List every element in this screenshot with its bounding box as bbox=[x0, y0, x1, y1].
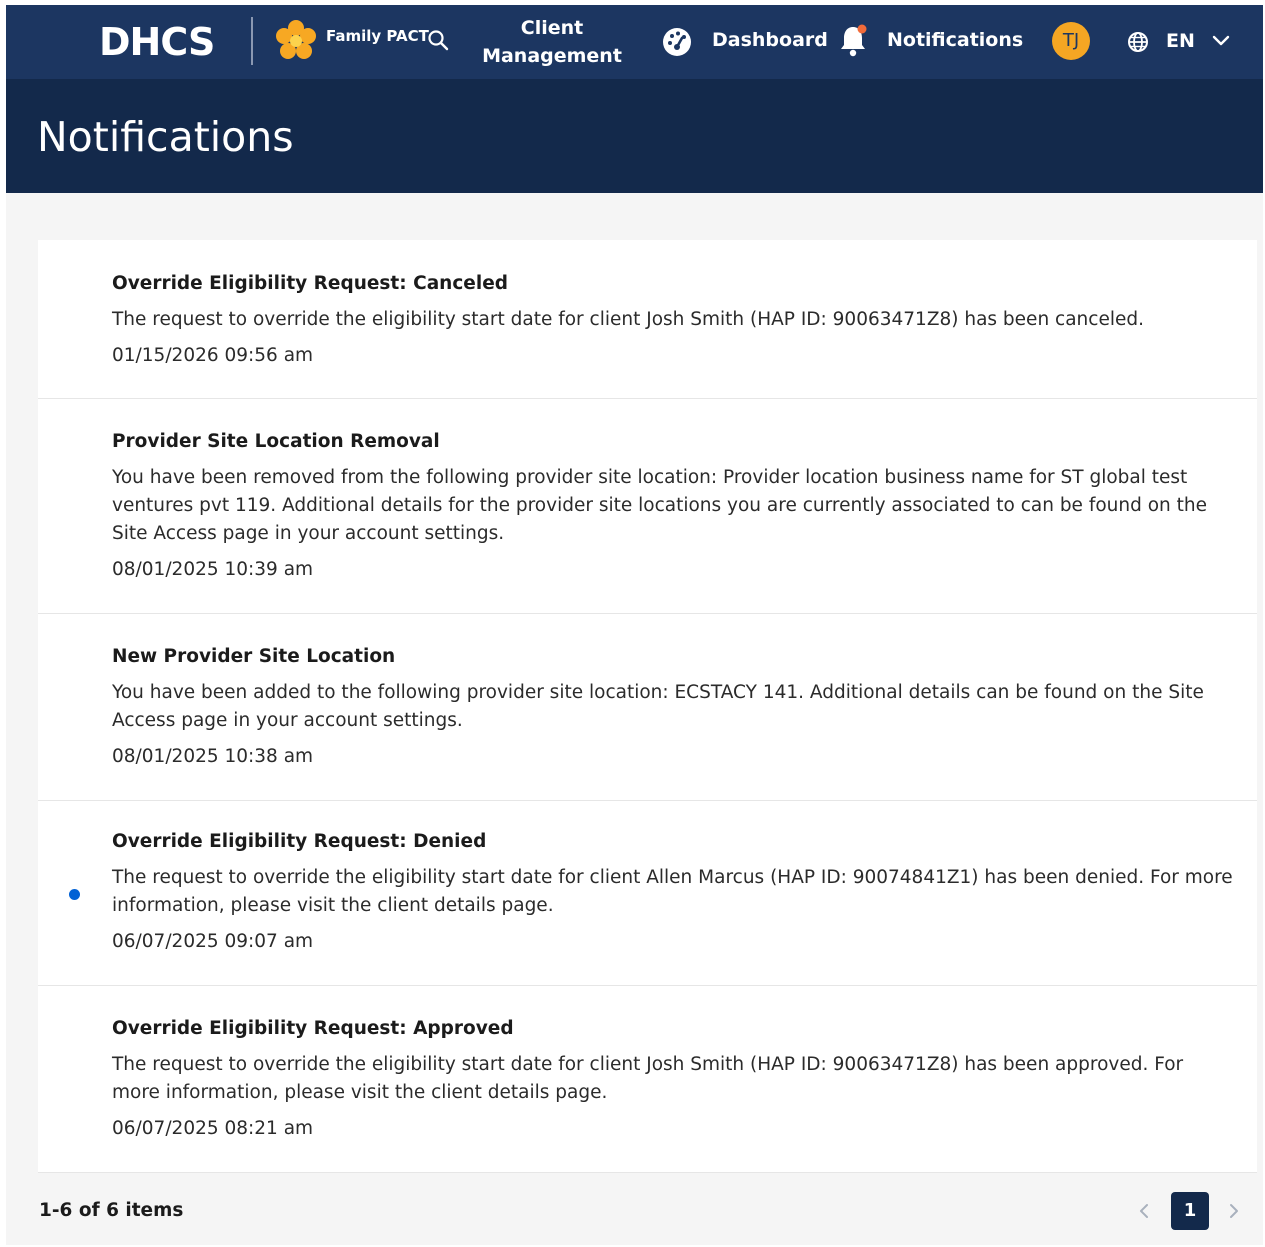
notification-date: 08/01/2025 10:39 am bbox=[112, 559, 314, 580]
nav-dashboard[interactable]: Dashboard bbox=[712, 29, 828, 51]
unread-indicator bbox=[69, 889, 80, 900]
notification-item[interactable]: Override Eligibility Request: Approved T… bbox=[38, 986, 1257, 1173]
logo-divider bbox=[251, 17, 253, 65]
notification-list: Override Eligibility Request: Canceled T… bbox=[38, 240, 1257, 1173]
language-selector[interactable]: EN bbox=[1166, 30, 1195, 52]
logo-text: DHCS bbox=[99, 20, 215, 64]
notification-title: Provider Site Location Removal bbox=[112, 431, 440, 452]
notification-item[interactable]: New Provider Site Location You have been… bbox=[38, 614, 1257, 801]
notification-date: 06/07/2025 08:21 am bbox=[112, 1118, 314, 1139]
notification-title: New Provider Site Location bbox=[112, 646, 396, 667]
dhcs-logo[interactable]: DHCS bbox=[99, 19, 215, 65]
notification-item[interactable]: Override Eligibility Request: Denied The… bbox=[38, 801, 1257, 986]
bell-icon bbox=[841, 24, 867, 57]
pagination-summary: 1-6 of 6 items bbox=[39, 1200, 184, 1221]
page-title: Notifications bbox=[37, 113, 294, 161]
notification-title: Override Eligibility Request: Canceled bbox=[112, 273, 508, 294]
user-avatar[interactable]: TJ bbox=[1052, 22, 1090, 60]
notification-date: 08/01/2025 10:38 am bbox=[112, 746, 314, 767]
nav-client-management[interactable]: Client Management bbox=[482, 14, 622, 70]
notification-body: You have been added to the following pro… bbox=[112, 682, 1204, 731]
notification-date: 01/15/2026 09:56 am bbox=[112, 345, 314, 366]
dashboard-gauge-icon bbox=[663, 28, 691, 56]
globe-icon bbox=[1128, 32, 1148, 52]
chevron-right-icon[interactable] bbox=[1224, 1200, 1244, 1222]
notification-item[interactable]: Override Eligibility Request: Canceled T… bbox=[38, 240, 1257, 399]
notification-body: The request to override the eligibility … bbox=[112, 309, 1144, 330]
notification-title: Override Eligibility Request: Denied bbox=[112, 831, 487, 852]
notification-body: You have been removed from the following… bbox=[112, 467, 1208, 544]
notification-body: The request to override the eligibility … bbox=[112, 1054, 1184, 1103]
family-pact-label[interactable]: Family PACT bbox=[326, 27, 429, 45]
app-frame: DHCS Family PACT Client Management Dashb… bbox=[6, 5, 1263, 1245]
page-header: Notifications bbox=[6, 79, 1263, 193]
top-nav: DHCS Family PACT Client Management Dashb… bbox=[6, 5, 1263, 79]
notification-body: The request to override the eligibility … bbox=[112, 867, 1233, 916]
nav-notifications[interactable]: Notifications bbox=[887, 29, 1023, 51]
nav-client-line1: Client bbox=[520, 17, 584, 39]
nav-client-line2: Management bbox=[482, 45, 622, 67]
chevron-left-icon[interactable] bbox=[1134, 1200, 1154, 1222]
chevron-down-icon[interactable] bbox=[1211, 33, 1231, 49]
search-icon[interactable] bbox=[427, 29, 449, 51]
family-pact-flower-icon bbox=[276, 20, 316, 59]
notification-title: Override Eligibility Request: Approved bbox=[112, 1018, 514, 1039]
page-1-button[interactable]: 1 bbox=[1171, 1192, 1209, 1230]
notification-item[interactable]: Provider Site Location Removal You have … bbox=[38, 399, 1257, 614]
notification-date: 06/07/2025 09:07 am bbox=[112, 931, 314, 952]
